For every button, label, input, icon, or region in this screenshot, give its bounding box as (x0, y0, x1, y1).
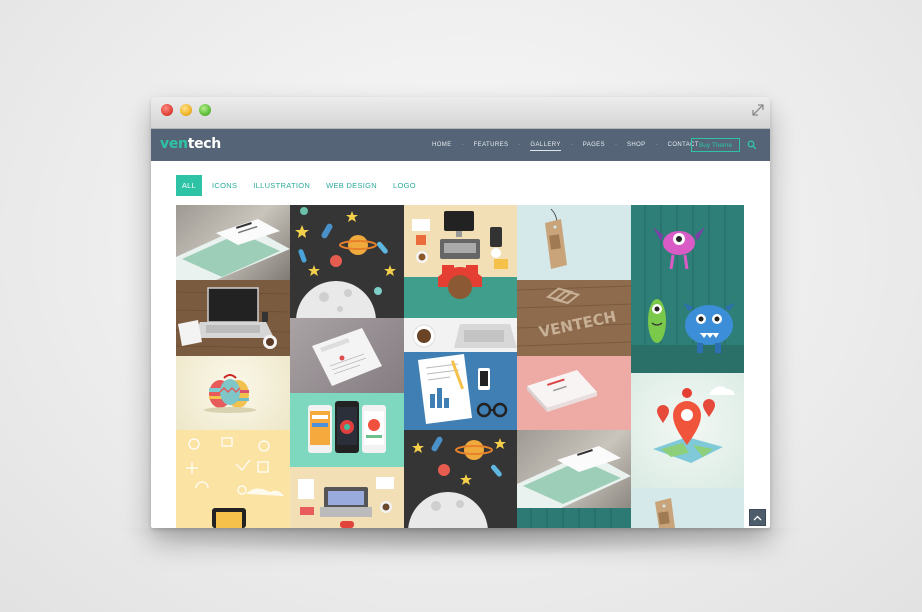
gallery-item-wooden-logo-mockup[interactable]: VENTECH (517, 280, 631, 356)
window-shadow (110, 528, 810, 558)
monsters-image (631, 205, 744, 373)
gallery-item-workspace-top-view[interactable] (290, 467, 404, 528)
main-menu: HOME - FEATURES - GALLERY - PAGES - SHOP… (422, 129, 709, 161)
space-rockets-image-2 (408, 436, 506, 528)
tag-image-2 (655, 498, 675, 528)
easter-eggs-image (204, 374, 256, 413)
nav-features[interactable]: FEATURES (464, 142, 519, 148)
gallery-item-mobile-app-screens[interactable] (290, 393, 404, 467)
nav-gallery[interactable]: GALLERY (530, 142, 561, 151)
browser-window: ventech HOME - FEATURES - GALLERY - PAGE… (151, 97, 770, 528)
minimize-window-button[interactable] (180, 104, 192, 116)
business-card-image-2 (517, 446, 631, 528)
gallery-item-flat-icons-illustration[interactable] (176, 430, 290, 528)
gallery-item-tag-mockup-2[interactable] (631, 488, 744, 528)
site-navbar: ventech HOME - FEATURES - GALLERY - PAGE… (151, 129, 770, 161)
mobile-screens-image (308, 401, 386, 453)
map-pin-image (653, 386, 735, 463)
gallery-item-business-card-mockup-2[interactable] (517, 430, 631, 528)
gallery-item-letterhead-mockup[interactable] (290, 318, 404, 393)
filter-illustration[interactable]: ILLUSTRATION (253, 181, 310, 190)
buy-theme-button[interactable]: Buy Theme (691, 138, 740, 152)
gallery-item-laptop-desk-photo[interactable] (176, 280, 290, 356)
gallery-item-tag-mockup[interactable] (517, 205, 631, 280)
fullscreen-icon[interactable] (750, 102, 766, 118)
tag-image (545, 208, 567, 269)
gallery-item-workspace-top-view-2[interactable] (404, 205, 517, 318)
pink-business-card-image (527, 370, 597, 412)
gallery-item-space-rockets-illustration-2[interactable] (404, 430, 517, 528)
desk-flat-image (404, 318, 517, 424)
nav-home[interactable]: HOME (422, 142, 462, 148)
gallery-item-pink-business-card-mockup[interactable] (517, 356, 631, 430)
close-window-button[interactable] (161, 104, 173, 116)
gallery-item-office-desk-flat-illustration[interactable] (404, 318, 517, 430)
business-card-image (176, 219, 290, 280)
chevron-up-icon (753, 515, 762, 520)
site-logo[interactable]: ventech (160, 136, 221, 152)
gallery-filters: ALL ICONS ILLUSTRATION WEB DESIGN LOGO (176, 175, 432, 196)
gallery-item-space-rockets-illustration[interactable] (290, 205, 404, 318)
gallery-item-map-pin-illustration[interactable] (631, 373, 744, 488)
gallery-grid: VENTECH (176, 205, 744, 528)
gallery-item-monsters-illustration[interactable] (631, 205, 744, 373)
workspace-top-view-image (298, 477, 394, 528)
laptop-desk-image (176, 280, 290, 356)
zoom-window-button[interactable] (199, 104, 211, 116)
gallery-item-business-card-mockup[interactable] (176, 205, 290, 280)
filter-icons[interactable]: ICONS (212, 181, 237, 190)
flat-icons-image (186, 437, 284, 528)
search-icon[interactable] (747, 140, 757, 150)
window-titlebar (151, 97, 770, 129)
space-rockets-image (295, 207, 396, 318)
nav-pages[interactable]: PAGES (573, 142, 615, 148)
gallery-item-easter-eggs-photo[interactable] (176, 356, 290, 430)
filter-logo[interactable]: LOGO (393, 181, 416, 190)
wooden-logo-image: VENTECH (517, 285, 631, 347)
scroll-to-top-button[interactable] (749, 509, 766, 526)
letterhead-image (312, 328, 382, 386)
wooden-logo-text: VENTECH (537, 307, 617, 341)
filter-all[interactable]: ALL (176, 175, 202, 196)
filter-web-design[interactable]: WEB DESIGN (326, 181, 377, 190)
office-desk-image (404, 211, 517, 318)
nav-shop[interactable]: SHOP (617, 142, 656, 148)
